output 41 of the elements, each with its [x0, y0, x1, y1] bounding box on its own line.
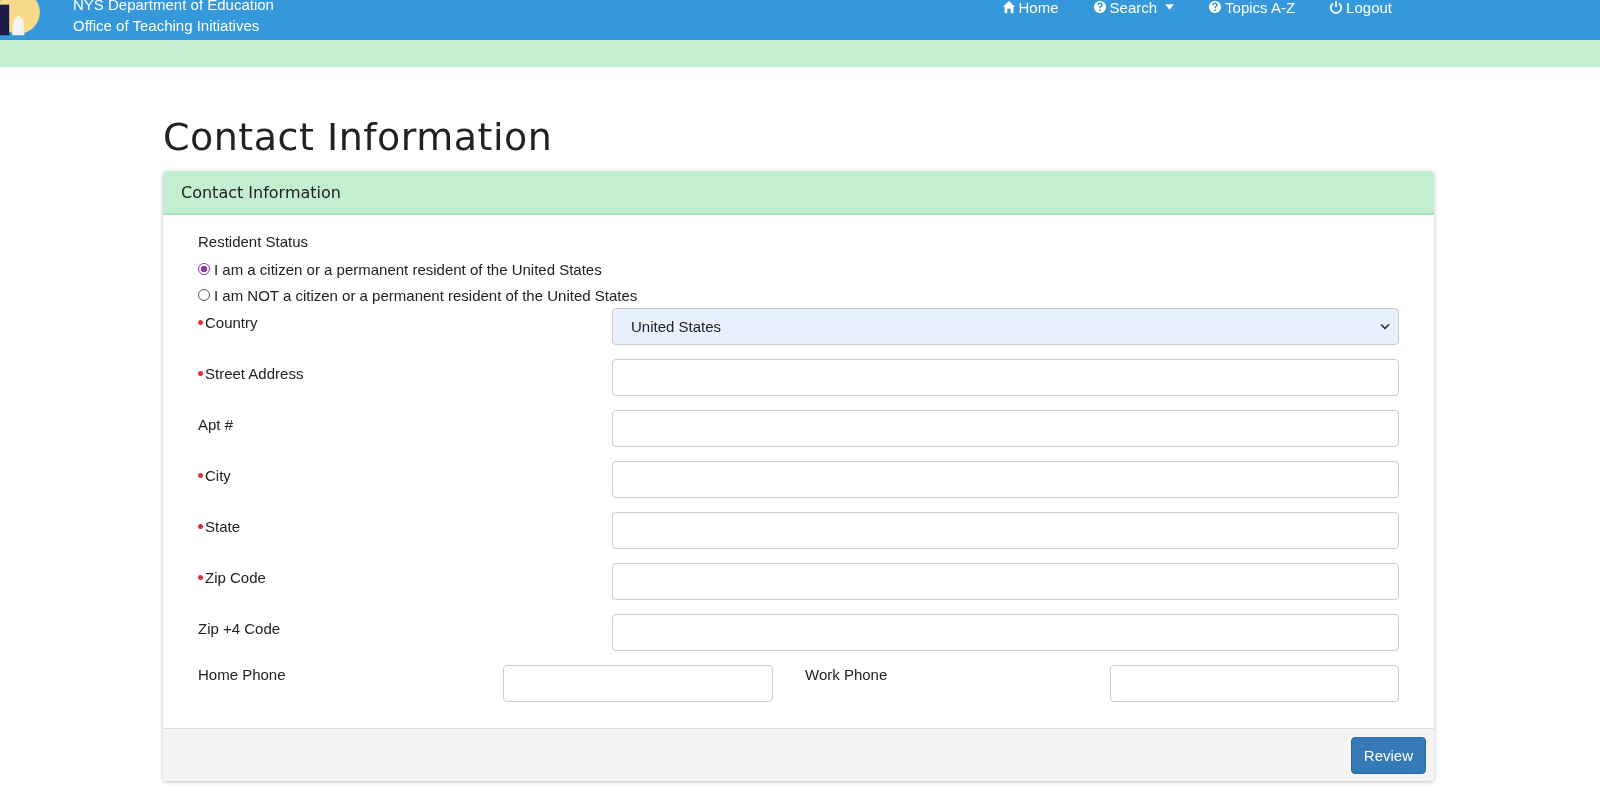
- agency-name: NYS Department of Education: [73, 0, 274, 15]
- input-field[interactable]: [612, 563, 1399, 600]
- field-label: City: [198, 461, 612, 512]
- field-label: Zip +4 Code: [198, 619, 282, 639]
- office-name: Office of Teaching Initiatives: [73, 16, 261, 36]
- input-field[interactable]: [612, 512, 1399, 549]
- input-field[interactable]: [612, 614, 1399, 651]
- input-field[interactable]: [612, 461, 1399, 498]
- required-mark-icon: [198, 371, 203, 376]
- power-icon: [1329, 0, 1344, 14]
- field-label: Street Address: [198, 359, 612, 410]
- radio-button[interactable]: [198, 263, 210, 275]
- nav-link[interactable]: Topics A-Z: [1208, 0, 1296, 17]
- required-mark-icon: [198, 575, 203, 580]
- radio-label: I am a citizen or a permanent resident of the United States: [214, 260, 602, 278]
- nav-link[interactable]: Home: [1001, 0, 1059, 17]
- input-field[interactable]: [503, 665, 773, 702]
- review-button[interactable]: Review: [1350, 736, 1426, 774]
- nav-link[interactable]: Search: [1092, 0, 1175, 17]
- required-mark-icon: [198, 524, 203, 529]
- field-label: Restident Status: [198, 233, 310, 250]
- home-icon: [1001, 0, 1016, 14]
- page-title: Contact Information: [163, 115, 554, 159]
- radio-label: I am NOT a citizen or a permanent resident of the United States: [214, 286, 638, 304]
- caret-icon: [1165, 4, 1175, 10]
- field-label: Zip Code: [198, 563, 612, 614]
- input-field[interactable]: [612, 410, 1399, 447]
- country-select[interactable]: United States: [612, 308, 1399, 345]
- panel-title: Contact Information: [181, 182, 341, 202]
- field-label: Home Phone: [198, 665, 287, 683]
- radio-button[interactable]: [198, 289, 210, 301]
- required-mark-icon: [198, 320, 203, 325]
- nav-link[interactable]: Logout: [1329, 0, 1392, 17]
- field-label: Country: [198, 308, 612, 359]
- field-label: Work Phone: [805, 665, 889, 683]
- input-field[interactable]: [1110, 665, 1399, 702]
- required-mark-icon: [198, 473, 203, 478]
- chevron-icon: [1380, 323, 1390, 330]
- field-label: State: [198, 512, 612, 563]
- field-label: Apt #: [198, 415, 235, 435]
- input-field[interactable]: [612, 359, 1399, 396]
